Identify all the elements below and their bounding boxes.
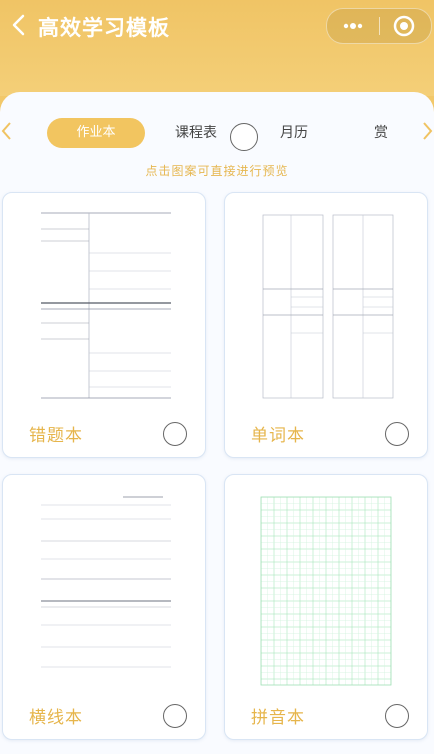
template-card-lined[interactable]: 横线本 (2, 474, 206, 740)
lined-notebook-thumbnail[interactable] (3, 475, 207, 695)
tab-timetable[interactable]: 课程表 (168, 118, 224, 148)
chevron-left-icon[interactable] (6, 10, 32, 40)
select-radio[interactable] (163, 422, 187, 446)
title-bar: 高效学习模板 (0, 0, 434, 96)
select-radio[interactable] (385, 422, 409, 446)
select-radio[interactable] (163, 704, 187, 728)
template-card-vocabulary[interactable]: 单词本 (224, 192, 428, 458)
pinyin-grid-notebook-thumbnail[interactable] (225, 475, 429, 695)
overlay-circle[interactable] (230, 123, 258, 151)
chevron-left-icon[interactable] (0, 118, 14, 144)
vocabulary-notebook-thumbnail[interactable] (225, 193, 429, 413)
template-label: 横线本 (29, 708, 83, 728)
tab-calendar[interactable]: 月历 (274, 118, 314, 148)
more-dots-icon[interactable] (337, 13, 369, 39)
preview-hint: 点击图案可直接进行预览 (145, 164, 289, 178)
template-label: 单词本 (251, 426, 305, 446)
target-circle-icon[interactable] (389, 12, 419, 40)
mini-program-capsule (326, 8, 432, 44)
page-title: 高效学习模板 (38, 16, 170, 40)
template-card-mistakes[interactable]: 错题本 (2, 192, 206, 458)
template-label: 拼音本 (251, 708, 305, 728)
select-radio[interactable] (385, 704, 409, 728)
capsule-divider (379, 17, 380, 35)
template-label: 错题本 (29, 426, 83, 446)
chevron-right-icon[interactable] (420, 118, 434, 144)
tab-reward[interactable]: 赏 (368, 118, 394, 148)
template-card-pinyin[interactable]: 拼音本 (224, 474, 428, 740)
mistakes-notebook-thumbnail[interactable] (3, 193, 207, 413)
tab-homework[interactable]: 作业本 (47, 118, 145, 148)
